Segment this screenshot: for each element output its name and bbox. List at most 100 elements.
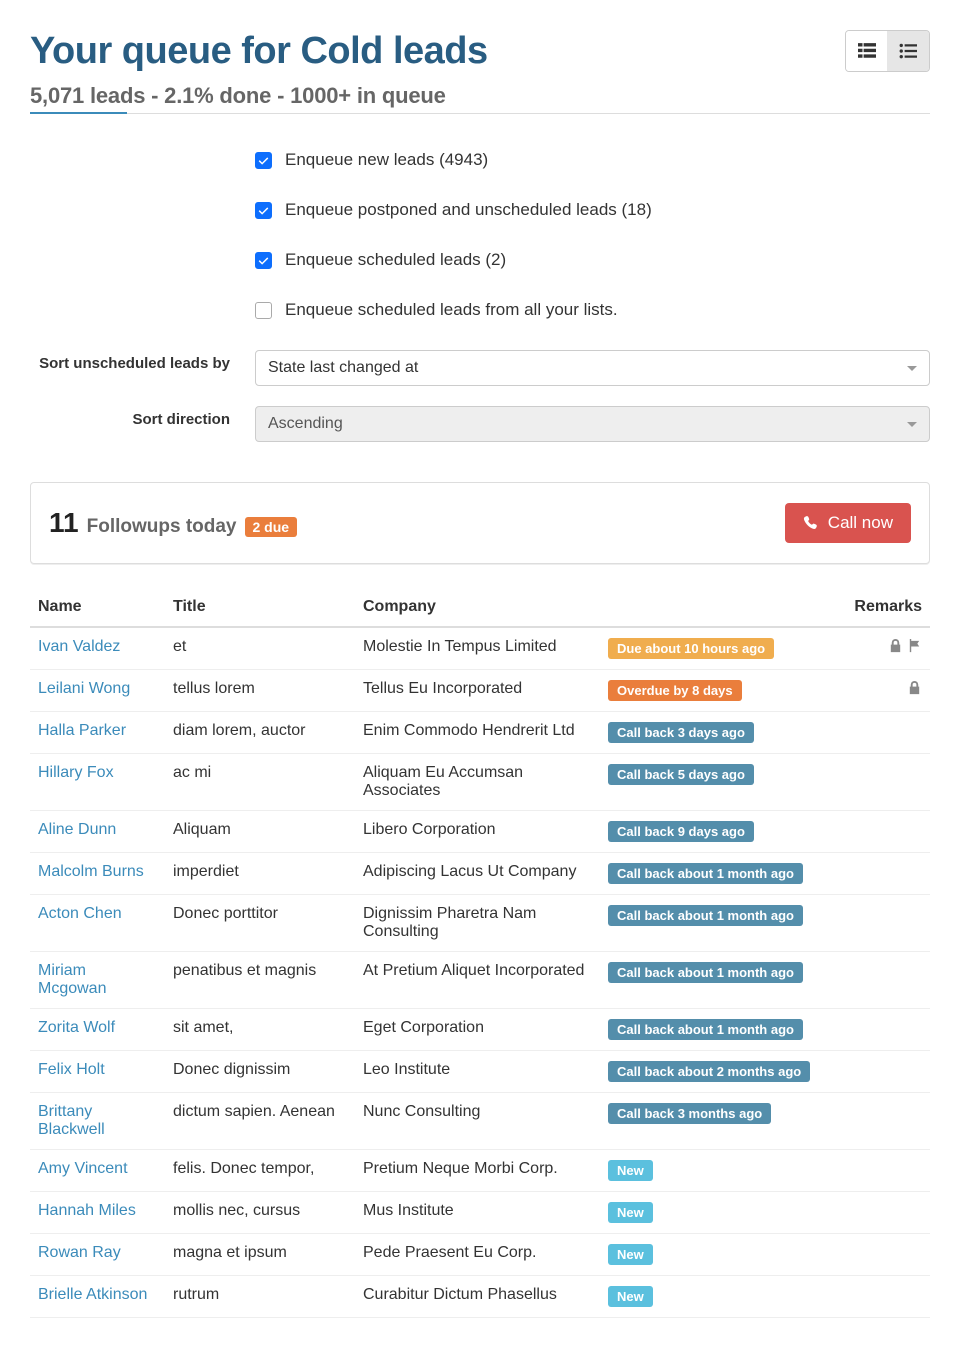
lead-name-link[interactable]: Ivan Valdez xyxy=(38,638,120,655)
enqueue-postponed-label: Enqueue postponed and unscheduled leads … xyxy=(285,200,652,220)
enqueue-new-checkbox[interactable] xyxy=(255,152,272,169)
lead-name-link[interactable]: Brittany Blackwell xyxy=(38,1103,105,1138)
lead-title: felis. Donec tempor, xyxy=(165,1150,355,1192)
enqueue-new-label: Enqueue new leads (4943) xyxy=(285,150,488,170)
lead-remarks xyxy=(840,1009,930,1051)
table-row: Hillary Foxac miAliquam Eu Accumsan Asso… xyxy=(30,754,930,811)
enqueue-postponed-checkbox[interactable] xyxy=(255,202,272,219)
col-remarks: Remarks xyxy=(840,588,930,627)
lead-remarks xyxy=(840,1150,930,1192)
page-subtitle: 5,071 leads - 2.1% done - 1000+ in queue xyxy=(30,83,446,109)
lead-title: et xyxy=(165,627,355,670)
table-row: Hannah Milesmollis nec, cursusMus Instit… xyxy=(30,1192,930,1234)
lead-name-link[interactable]: Aline Dunn xyxy=(38,821,116,838)
status-badge: Call back about 1 month ago xyxy=(608,1019,803,1040)
lead-name-link[interactable]: Hillary Fox xyxy=(38,764,114,781)
lead-name-link[interactable]: Leilani Wong xyxy=(38,680,130,697)
enqueue-scheduled-checkbox[interactable] xyxy=(255,252,272,269)
lead-company: Molestie In Tempus Limited xyxy=(355,627,600,670)
table-row: Brielle AtkinsonrutrumCurabitur Dictum P… xyxy=(30,1276,930,1318)
status-badge: Call back 3 months ago xyxy=(608,1103,771,1124)
status-badge: New xyxy=(608,1244,653,1265)
lead-title: Aliquam xyxy=(165,811,355,853)
lock-icon xyxy=(888,638,903,653)
lead-remarks xyxy=(840,712,930,754)
lead-title: Donec dignissim xyxy=(165,1051,355,1093)
sort-by-value: State last changed at xyxy=(268,359,418,377)
table-row: Zorita Wolfsit amet,Eget CorporationCall… xyxy=(30,1009,930,1051)
lead-name-link[interactable]: Felix Holt xyxy=(38,1061,105,1078)
table-row: Felix Holt Donec dignissimLeo Institute Ca… xyxy=(30,1051,930,1093)
lead-remarks xyxy=(840,1093,930,1150)
col-name: Name xyxy=(30,588,165,627)
phone-icon xyxy=(803,515,820,532)
view-toggle xyxy=(845,30,930,72)
chevron-down-icon xyxy=(907,366,917,371)
table-row: Amy Vincent felis. Donec tempor,Pretium N… xyxy=(30,1150,930,1192)
enqueue-scheduled-label: Enqueue scheduled leads (2) xyxy=(285,250,506,270)
sort-direction-select[interactable]: Ascending xyxy=(255,406,930,442)
enqueue-all-lists-checkbox[interactable] xyxy=(255,302,272,319)
lead-title: dictum sapien. Aenean xyxy=(165,1093,355,1150)
status-badge: Overdue by 8 days xyxy=(608,680,742,701)
list-columns-icon xyxy=(858,42,876,60)
lead-name-link[interactable]: Malcolm Burns xyxy=(38,863,144,880)
followups-panel: 11 Followups today 2 due Call now xyxy=(30,482,930,564)
col-status xyxy=(600,588,840,627)
status-badge: Call back 3 days ago xyxy=(608,722,754,743)
flag-icon xyxy=(907,638,922,653)
lead-name-link[interactable]: Brielle Atkinson xyxy=(38,1286,147,1303)
lead-name-link[interactable]: Hannah Miles xyxy=(38,1202,136,1219)
lock-icon xyxy=(907,680,922,695)
lead-name-link[interactable]: Rowan Ray xyxy=(38,1244,121,1261)
status-badge: Call back about 2 months ago xyxy=(608,1061,810,1082)
lead-company: Aliquam Eu Accumsan Associates xyxy=(355,754,600,811)
status-badge: Call back about 1 month ago xyxy=(608,905,803,926)
lead-name-link[interactable]: Zorita Wolf xyxy=(38,1019,115,1036)
lead-company: Dignissim Pharetra Nam Consulting xyxy=(355,895,600,952)
sort-by-select[interactable]: State last changed at xyxy=(255,350,930,386)
check-icon xyxy=(258,255,269,266)
lead-company: Pretium Neque Morbi Corp. xyxy=(355,1150,600,1192)
status-badge: New xyxy=(608,1160,653,1181)
sort-direction-label: Sort direction xyxy=(30,406,255,442)
check-icon xyxy=(258,155,269,166)
table-row: Rowan Ray magna et ipsumPede Praesent Eu … xyxy=(30,1234,930,1276)
chevron-down-icon xyxy=(907,422,917,427)
lead-company: Tellus Eu Incorporated xyxy=(355,670,600,712)
lead-company: Enim Commodo Hendrerit Ltd xyxy=(355,712,600,754)
call-now-button[interactable]: Call now xyxy=(785,503,911,543)
lead-name-link[interactable]: Acton Chen xyxy=(38,905,122,922)
table-row: Brittany Blackwelldictum sapien. AeneanN… xyxy=(30,1093,930,1150)
lead-remarks xyxy=(840,952,930,1009)
page-title: Your queue for Cold leads xyxy=(30,30,488,73)
lead-remarks xyxy=(840,1192,930,1234)
table-row: Ivan ValdezetMolestie In Tempus LimitedD… xyxy=(30,627,930,670)
lead-remarks xyxy=(840,670,930,712)
col-company: Company xyxy=(355,588,600,627)
lead-company: Curabitur Dictum Phasellus xyxy=(355,1276,600,1318)
lead-name-link[interactable]: Halla Parker xyxy=(38,722,126,739)
followups-count: 11 xyxy=(49,507,79,539)
lead-remarks xyxy=(840,754,930,811)
lead-remarks xyxy=(840,895,930,952)
enqueue-all-lists-label: Enqueue scheduled leads from all your li… xyxy=(285,300,618,320)
call-now-label: Call now xyxy=(828,513,893,533)
view-list-button[interactable] xyxy=(887,31,929,71)
status-badge: Call back 9 days ago xyxy=(608,821,754,842)
lead-company: Pede Praesent Eu Corp. xyxy=(355,1234,600,1276)
status-badge: Call back about 1 month ago xyxy=(608,863,803,884)
status-badge: New xyxy=(608,1202,653,1223)
lead-name-link[interactable]: Amy Vincent xyxy=(38,1160,128,1177)
lead-company: Mus Institute xyxy=(355,1192,600,1234)
lead-title: penatibus et magnis xyxy=(165,952,355,1009)
sort-by-label: Sort unscheduled leads by xyxy=(30,350,255,386)
lead-name-link[interactable]: Miriam Mcgowan xyxy=(38,962,106,997)
table-row: Leilani Wongtellus loremTellus Eu Incorp… xyxy=(30,670,930,712)
lead-company: At Pretium Aliquet Incorporated xyxy=(355,952,600,1009)
lead-title: magna et ipsum xyxy=(165,1234,355,1276)
view-grid-button[interactable] xyxy=(846,31,888,71)
lead-company: Leo Institute xyxy=(355,1051,600,1093)
table-row: Halla Parkerdiam lorem, auctorEnim Commo… xyxy=(30,712,930,754)
table-row: Aline DunnAliquamLibero CorporationCall … xyxy=(30,811,930,853)
